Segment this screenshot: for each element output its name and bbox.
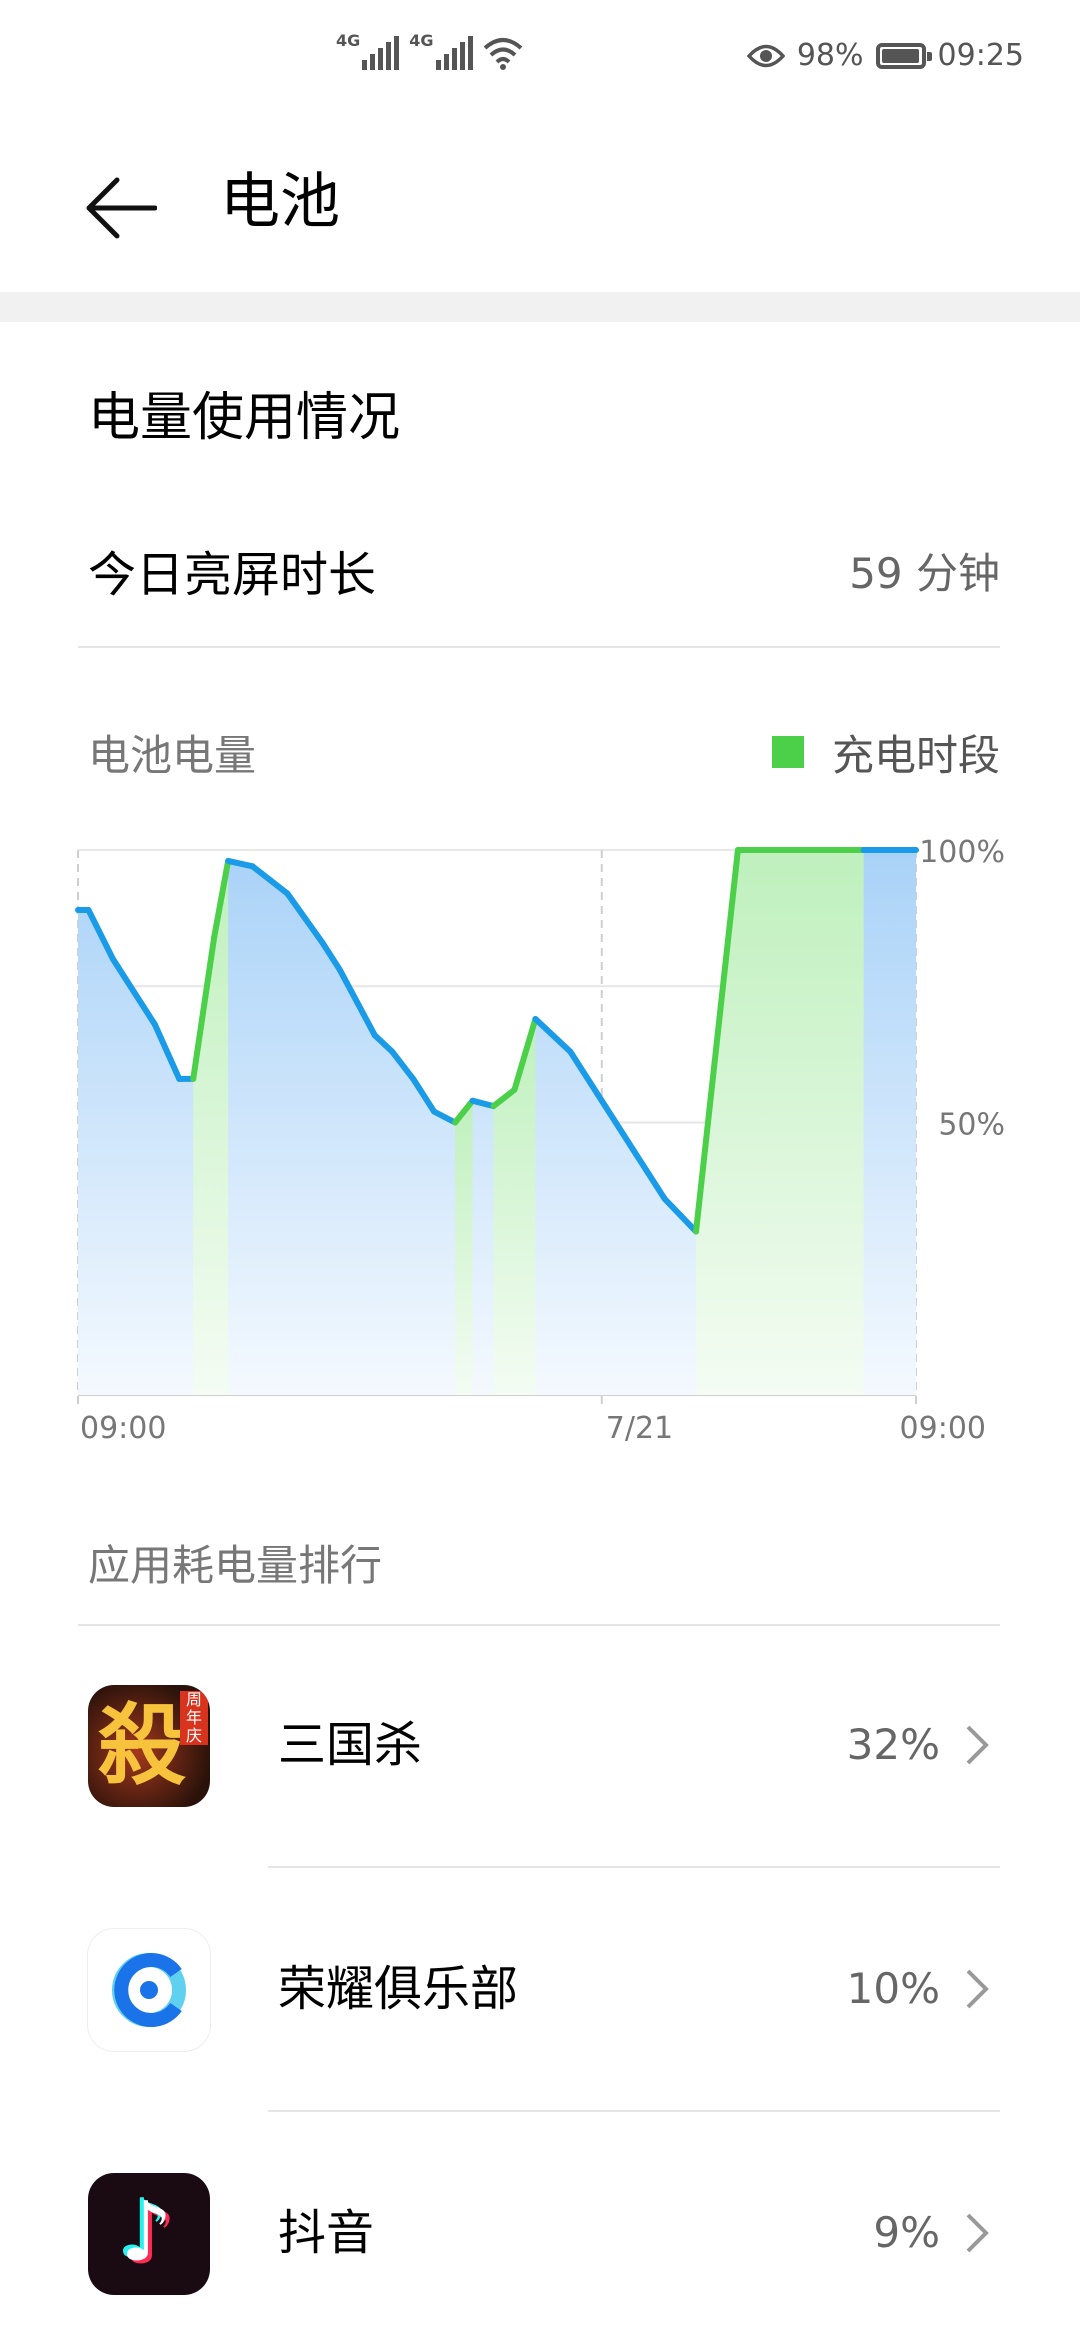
battery-level-chart: 100% 50% 09:00 7/21 09:00 [75, 835, 1005, 1446]
charging-area [696, 850, 864, 1395]
app-percent: 9% [873, 2208, 940, 2257]
chevron-right-icon [966, 2213, 989, 2253]
app-percent: 10% [846, 1964, 940, 2013]
douyin-app-icon: ♪ [88, 2173, 210, 2295]
app-ranking-title: 应用耗电量排行 [88, 1541, 383, 1590]
x-tick-label: 7/21 [606, 1411, 673, 1446]
x-tick-label: 09:00 [900, 1411, 986, 1446]
sanguosha-logo: 殺 [98, 1693, 187, 1797]
sanguosha-app-icon: 殺 周年庆 [88, 1685, 210, 1807]
app-percent: 32% [846, 1720, 940, 1769]
douyin-logo: ♪ [120, 2185, 173, 2280]
x-tick-label: 09:00 [80, 1411, 166, 1446]
honor-club-app-icon [88, 1929, 210, 2051]
charging-area [455, 1100, 473, 1395]
app-name: 荣耀俱乐部 [278, 1961, 519, 2017]
chevron-right-icon [966, 1969, 989, 2009]
divider [268, 2110, 1000, 2112]
app-row-honor-club[interactable]: 荣耀俱乐部 10% [0, 1894, 1080, 2084]
app-row-sanguosha[interactable]: 殺 周年庆 三国杀 32% [0, 1650, 1080, 1840]
chevron-right-icon [966, 1725, 989, 1765]
charging-area [493, 1018, 536, 1395]
app-row-douyin[interactable]: ♪ 抖音 9% [0, 2138, 1080, 2328]
honor-club-logo [112, 1953, 186, 2027]
divider [268, 1866, 1000, 1868]
app-name: 抖音 [278, 2205, 375, 2261]
y-tick-label: 50% [938, 1108, 1005, 1143]
anniversary-badge: 周年庆 [180, 1691, 208, 1745]
app-name: 三国杀 [278, 1717, 423, 1773]
y-tick-label: 100% [919, 835, 1005, 870]
divider [78, 1624, 1000, 1626]
